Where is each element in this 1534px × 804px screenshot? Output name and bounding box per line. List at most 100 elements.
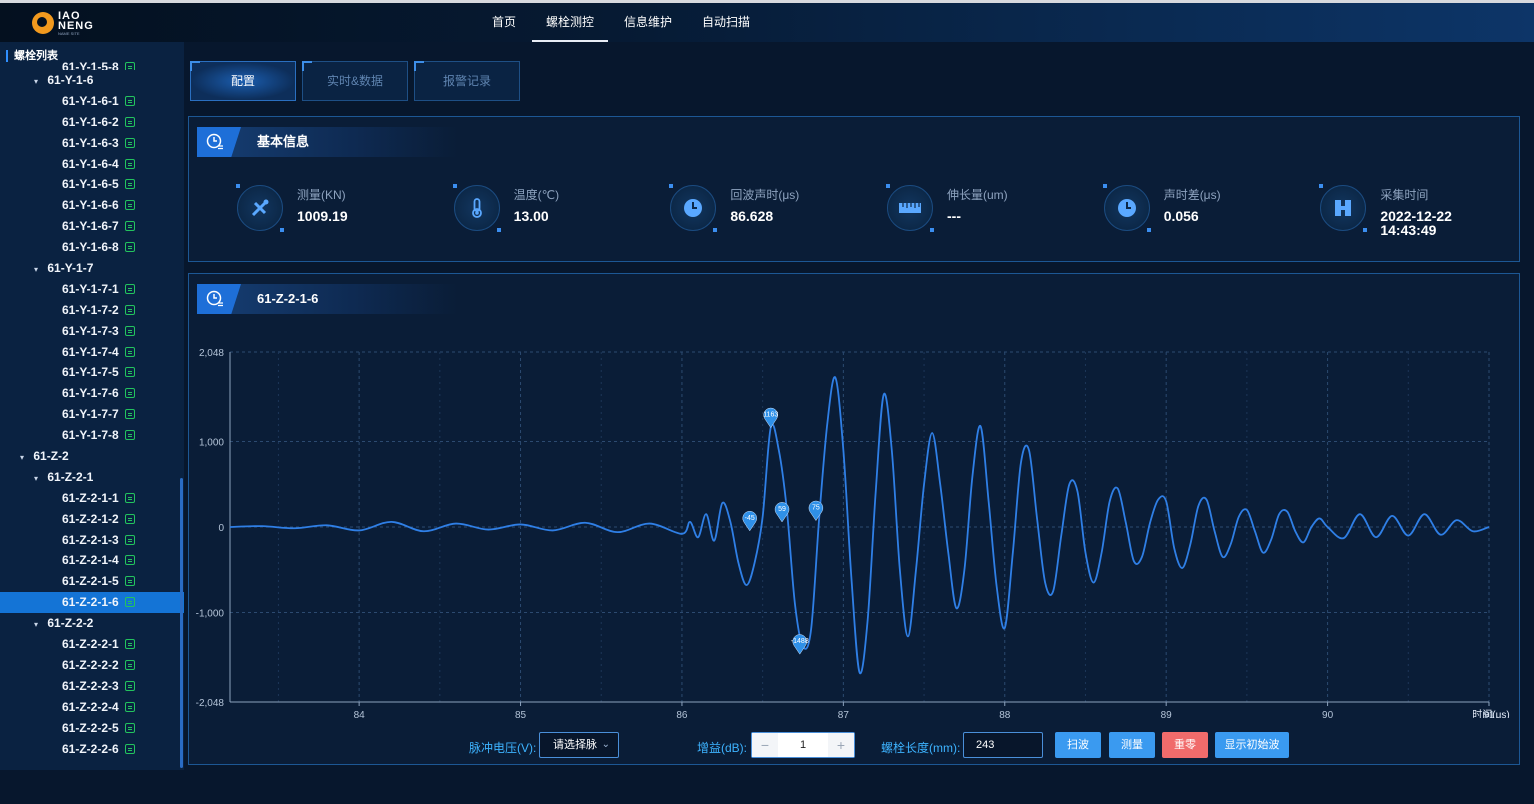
tree-leaf-item[interactable]: 61-Y-1-7-6 xyxy=(0,383,184,404)
x-tick-label: 88 xyxy=(999,710,1011,718)
tree-leaf-item[interactable]: 61-Z-2-1-5 xyxy=(0,571,184,592)
tree-leaf-item[interactable]: 61-Z-2-2-3 xyxy=(0,676,184,697)
bolt-file-icon[interactable] xyxy=(124,576,135,587)
ruler-icon xyxy=(886,184,935,232)
bolt-file-icon[interactable] xyxy=(124,283,135,294)
tree-leaf-item[interactable]: 61-Z-2-1-2 xyxy=(0,509,184,530)
tab-config[interactable]: 配置 xyxy=(190,61,296,101)
caret-down-icon[interactable]: ▾ xyxy=(34,469,44,490)
info-label: 采集时间 xyxy=(1380,188,1429,202)
bolt-file-icon[interactable] xyxy=(124,95,135,106)
bolt-file-icon[interactable] xyxy=(124,116,135,127)
bolt-file-icon[interactable] xyxy=(124,513,135,524)
tree-leaf-item[interactable]: 61-Y-1-6-4 xyxy=(0,154,184,175)
tree-item-label: 61-Y-1-6-1 xyxy=(62,93,119,108)
tree-leaf-item[interactable]: 61-Y-1-6-2 xyxy=(0,112,184,133)
tree-group-item[interactable]: ▾ 61-Z-2-2 xyxy=(0,613,184,634)
tree-leaf-item[interactable]: 61-Y-1-5-8 xyxy=(0,62,184,70)
tree-leaf-item[interactable]: 61-Y-1-7-4 xyxy=(0,342,184,363)
bolt-file-icon[interactable] xyxy=(124,346,135,357)
tree-leaf-item[interactable]: 61-Y-1-6-8 xyxy=(0,237,184,258)
tree-item-label: 61-Z-2-1-1 xyxy=(62,490,119,505)
tree-leaf-item[interactable]: 61-Z-2-1-4 xyxy=(0,550,184,571)
tree-leaf-item[interactable]: 61-Y-1-6-3 xyxy=(0,133,184,154)
tree-leaf-item[interactable]: 61-Y-1-7-7 xyxy=(0,404,184,425)
tab-alarm-records[interactable]: 报警记录 xyxy=(414,61,520,101)
bolt-file-icon[interactable] xyxy=(124,242,135,253)
measure-button[interactable]: 测量 xyxy=(1109,732,1155,758)
gain-plus-button[interactable]: + xyxy=(828,733,854,757)
bolt-file-icon[interactable] xyxy=(124,388,135,399)
tree-leaf-item[interactable]: 61-Y-1-7-3 xyxy=(0,321,184,342)
info-item-force: 测量(KN) 1009.19 xyxy=(236,184,454,237)
tree-leaf-item[interactable]: 61-Z-2-2-5 xyxy=(0,718,184,739)
voltage-select[interactable]: 请选择脉 ⌄ xyxy=(539,732,619,758)
bolt-file-icon[interactable] xyxy=(124,680,135,691)
nav-item-auto-scan[interactable]: 自动扫描 xyxy=(688,3,764,42)
waveform-chart[interactable]: -2,048 -1,000 0 1,000 2,048 84 85 86 87 88 89 90 91 时… xyxy=(189,338,1533,721)
logo[interactable]: IAO NENG NAME SITE xyxy=(32,9,94,37)
bolt-file-icon[interactable] xyxy=(124,639,135,650)
calendar-icon xyxy=(1319,184,1368,232)
tree-leaf-item[interactable]: 61-Y-1-7-2 xyxy=(0,300,184,321)
x-tick-label: 90 xyxy=(1322,710,1334,718)
tree-group-item[interactable]: ▾ 61-Y-1-7 xyxy=(0,258,184,279)
tree-leaf-item[interactable]: 61-Z-2-1-1 xyxy=(0,488,184,509)
bolt-file-icon[interactable] xyxy=(124,430,135,441)
bolt-file-icon[interactable] xyxy=(124,137,135,148)
bolt-file-icon[interactable] xyxy=(124,409,135,420)
bolt-file-icon[interactable] xyxy=(124,743,135,754)
bolt-file-icon[interactable] xyxy=(124,597,135,608)
tree-leaf-item[interactable]: 61-Y-1-6-1 xyxy=(0,91,184,112)
reset-button[interactable]: 重零 xyxy=(1162,732,1208,758)
bolt-file-icon[interactable] xyxy=(124,701,135,712)
gain-input[interactable]: 1 xyxy=(778,733,828,757)
tree-group-item[interactable]: ▾ 61-Y-1-6 xyxy=(0,70,184,91)
tree-group-item[interactable]: ▾ 61-Z-2 xyxy=(0,446,184,467)
tree-leaf-item[interactable]: 61-Z-2-2-6 xyxy=(0,739,184,760)
bolt-file-icon[interactable] xyxy=(124,304,135,315)
tree-leaf-item[interactable]: 61-Z-2-2-2 xyxy=(0,655,184,676)
tree-leaf-item[interactable]: 61-Y-1-6-5 xyxy=(0,174,184,195)
tree-leaf-item[interactable]: 61-Y-1-6-7 xyxy=(0,216,184,237)
bolt-file-icon[interactable] xyxy=(124,325,135,336)
tree-group-item[interactable]: ▾ 61-Z-2-1 xyxy=(0,467,184,488)
tree-item-label: 61-Y-1-7-2 xyxy=(62,302,119,317)
nav-item-home[interactable]: 首页 xyxy=(478,3,530,42)
show-initial-wave-button[interactable]: 显示初始波 xyxy=(1215,732,1289,758)
caret-down-icon[interactable]: ▾ xyxy=(20,448,30,469)
bolt-file-icon[interactable] xyxy=(124,534,135,545)
bolt-file-icon[interactable] xyxy=(124,722,135,733)
tree-item-label: 61-Y-1-6-2 xyxy=(62,114,119,129)
length-input[interactable]: 243 xyxy=(963,732,1043,758)
thermometer-icon xyxy=(452,184,501,232)
nav-item-info-maintenance[interactable]: 信息维护 xyxy=(610,3,686,42)
tree-leaf-item[interactable]: 61-Z-2-1-6 xyxy=(0,592,184,614)
gain-minus-button[interactable]: − xyxy=(752,733,778,757)
bolt-file-icon[interactable] xyxy=(124,659,135,670)
bolt-file-icon[interactable] xyxy=(124,200,135,211)
bolt-file-icon[interactable] xyxy=(124,158,135,169)
caret-down-icon[interactable]: ▾ xyxy=(34,615,44,636)
sidebar-scrollbar[interactable] xyxy=(180,478,183,768)
tree-leaf-item[interactable]: 61-Y-1-7-8 xyxy=(0,425,184,446)
info-item-temperature: 温度(℃) 13.00 xyxy=(452,184,671,237)
caret-down-icon[interactable]: ▾ xyxy=(34,72,44,93)
tree-leaf-item[interactable]: 61-Z-2-2-4 xyxy=(0,697,184,718)
tree-item-label: 61-Y-1-6-5 xyxy=(62,177,119,192)
nav-item-bolt-control[interactable]: 螺栓测控 xyxy=(532,3,609,42)
tree-leaf-item[interactable]: 61-Z-2-2-1 xyxy=(0,634,184,655)
bolt-file-icon[interactable] xyxy=(124,555,135,566)
tree-leaf-item[interactable]: 61-Y-1-7-5 xyxy=(0,362,184,383)
bolt-file-icon[interactable] xyxy=(124,367,135,378)
bolt-file-icon[interactable] xyxy=(124,221,135,232)
bolt-file-icon[interactable] xyxy=(124,179,135,190)
caret-down-icon[interactable]: ▾ xyxy=(34,260,44,281)
tab-realtime-data[interactable]: 实时&数据 xyxy=(302,61,408,101)
bolt-file-icon[interactable] xyxy=(124,492,135,503)
bolt-file-icon[interactable] xyxy=(124,62,135,70)
scan-button[interactable]: 扫波 xyxy=(1055,732,1101,758)
tree-leaf-item[interactable]: 61-Y-1-6-6 xyxy=(0,195,184,216)
tree-leaf-item[interactable]: 61-Y-1-7-1 xyxy=(0,279,184,300)
tree-leaf-item[interactable]: 61-Z-2-1-3 xyxy=(0,530,184,551)
